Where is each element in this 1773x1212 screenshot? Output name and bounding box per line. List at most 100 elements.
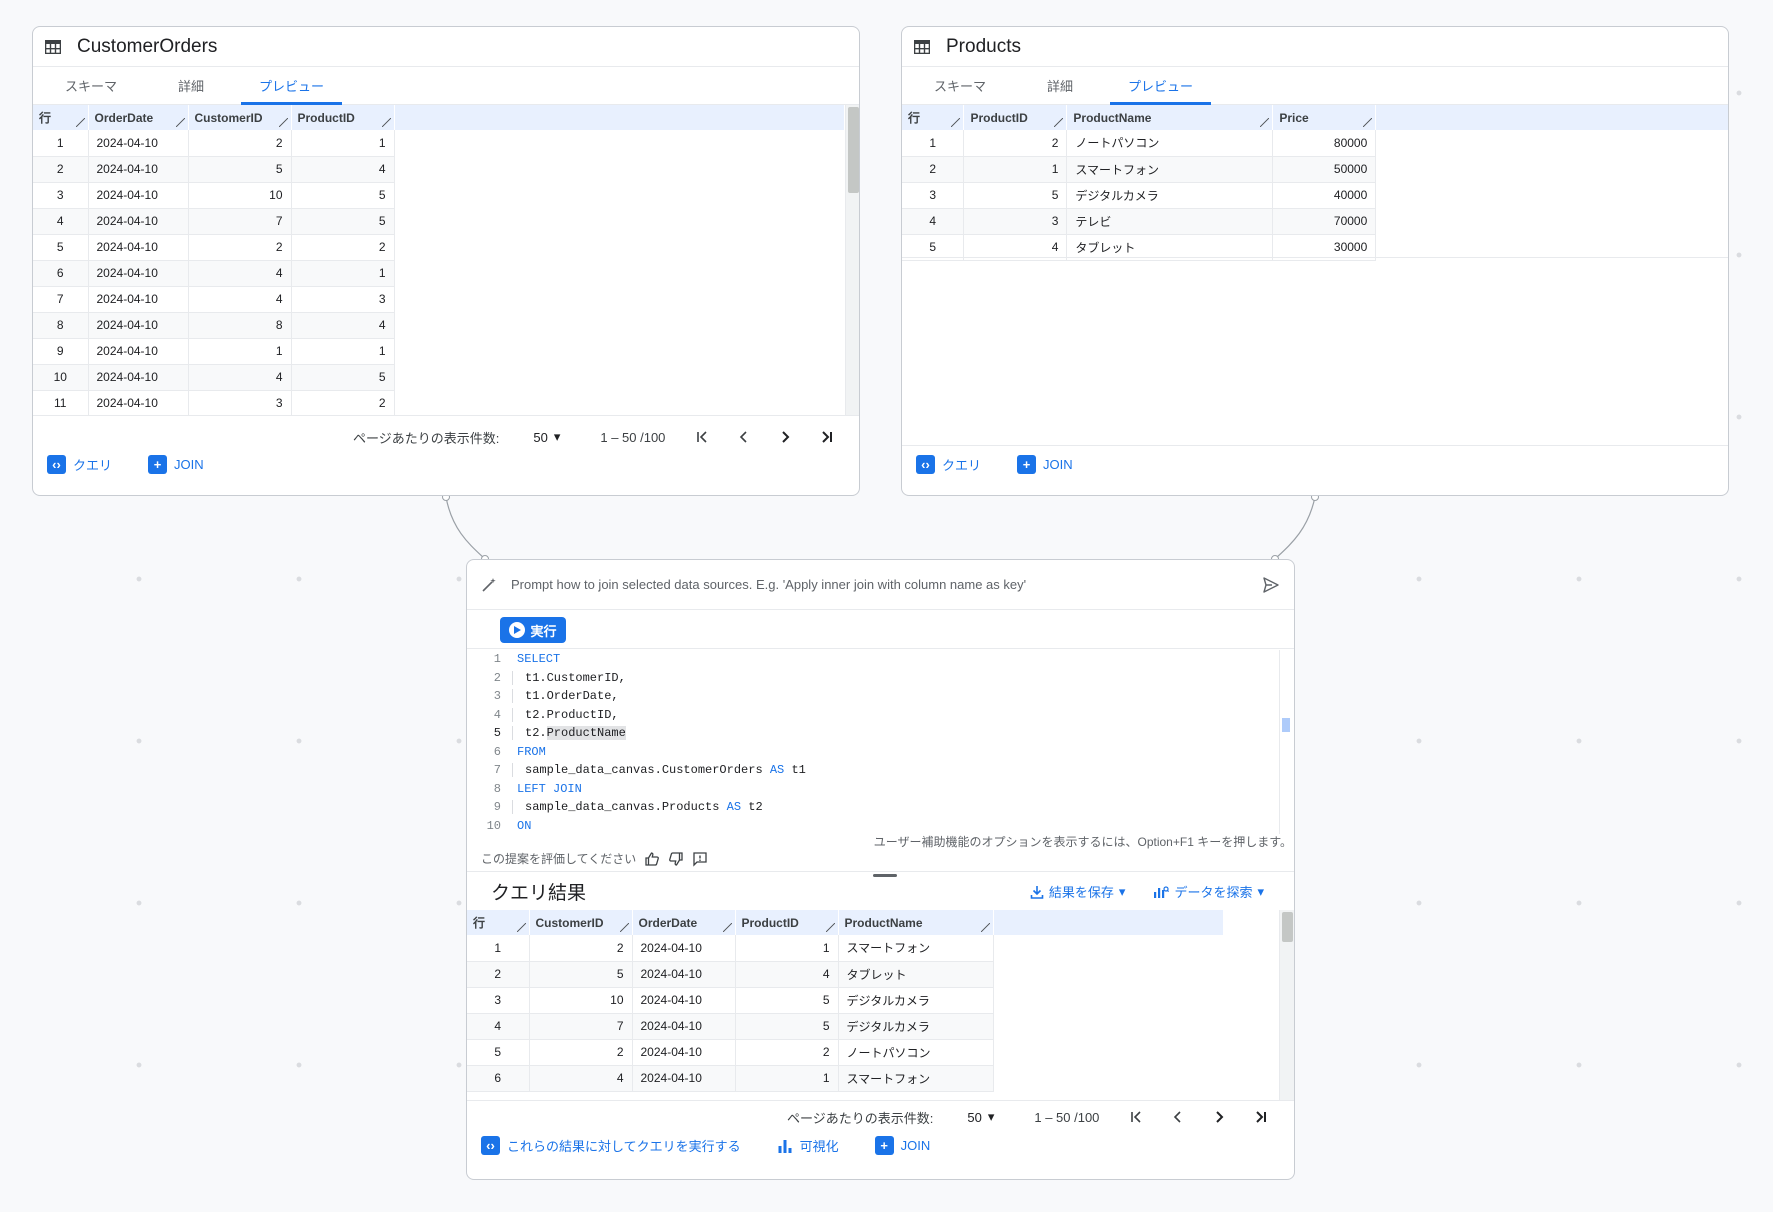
- column-header[interactable]: 行: [467, 910, 530, 935]
- run-query-on-results-button[interactable]: ‹› これらの結果に対してクエリを実行する: [481, 1136, 741, 1155]
- column-header[interactable]: OrderDate: [632, 910, 736, 935]
- pagination: ページあたりの表示件数: 50 ▾ 1 – 50 /100: [787, 1103, 1274, 1131]
- run-button[interactable]: 実行: [500, 617, 566, 643]
- line-number: 1: [493, 652, 501, 667]
- column-resize-icon[interactable]: [1260, 118, 1270, 127]
- table-row[interactable]: 11 2024-04-10 3 2: [33, 390, 844, 415]
- column-header[interactable]: ProductID: [291, 105, 395, 130]
- table-row[interactable]: 10 2024-04-10 4 5: [33, 364, 844, 391]
- table-cell: 2024-04-10: [88, 390, 189, 415]
- send-icon[interactable]: [1262, 576, 1280, 594]
- join-button[interactable]: + JOIN: [148, 455, 204, 474]
- tab-preview[interactable]: プレビュー: [1110, 67, 1212, 105]
- visualize-button[interactable]: 可視化: [777, 1136, 839, 1155]
- page-size-label: ページあたりの表示件数:: [787, 1110, 934, 1126]
- first-page-icon[interactable]: [1123, 1103, 1151, 1131]
- table-cell: 4: [188, 364, 292, 391]
- prompt-bar: [467, 560, 1294, 610]
- code-line: 8 LEFT JOIN: [467, 780, 1279, 799]
- tab-schema[interactable]: スキーマ: [41, 67, 141, 104]
- tab-preview[interactable]: プレビュー: [241, 67, 343, 105]
- column-resize-icon[interactable]: [516, 923, 526, 932]
- code-line: 6 FROM: [467, 743, 1279, 762]
- code-text: sample_data_canvas.Products AS t2: [512, 800, 763, 815]
- thumb-up-icon[interactable]: [644, 851, 660, 867]
- resize-handle[interactable]: [873, 874, 897, 877]
- table-row[interactable]: 3 2024-04-10 10 5: [33, 182, 844, 209]
- table-row[interactable]: 3 5 デジタルカメラ 40000: [902, 182, 1728, 209]
- table-row[interactable]: 5 2 2024-04-10 2 ノートパソコン: [467, 1039, 1223, 1066]
- column-resize-icon[interactable]: [722, 923, 732, 932]
- column-header[interactable]: ProductID: [735, 910, 839, 935]
- table-cell: 5: [291, 364, 395, 391]
- scrollbar-thumb[interactable]: [848, 107, 859, 193]
- vertical-scrollbar[interactable]: [1279, 910, 1294, 1100]
- table-row[interactable]: 6 4 2024-04-10 1 スマートフォン: [467, 1065, 1223, 1092]
- column-resize-icon[interactable]: [951, 118, 961, 127]
- table-row[interactable]: 3 10 2024-04-10 5 デジタルカメラ: [467, 987, 1223, 1014]
- column-resize-icon[interactable]: [825, 923, 835, 932]
- join-button[interactable]: + JOIN: [874, 1136, 930, 1155]
- column-header[interactable]: CustomerID: [529, 910, 633, 935]
- column-resize-icon[interactable]: [1363, 118, 1373, 127]
- last-page-icon[interactable]: [1246, 1103, 1274, 1131]
- table-row[interactable]: 6 2024-04-10 4 1: [33, 260, 844, 287]
- column-header[interactable]: 行: [33, 105, 89, 130]
- column-header[interactable]: ProductName: [1066, 105, 1274, 130]
- table-row[interactable]: 2 5 2024-04-10 4 タブレット: [467, 961, 1223, 988]
- column-resize-icon[interactable]: [175, 118, 185, 127]
- join-button[interactable]: + JOIN: [1017, 455, 1073, 474]
- tab-schema[interactable]: スキーマ: [910, 67, 1010, 104]
- table-row[interactable]: 5 2024-04-10 2 2: [33, 234, 844, 261]
- customer-orders-card[interactable]: CustomerOrders スキーマ 詳細 プレビュー 行 OrderDate C…: [32, 26, 860, 496]
- column-header[interactable]: 行: [902, 105, 965, 130]
- page-size-select[interactable]: 50 ▾: [967, 1109, 994, 1125]
- tab-details[interactable]: 詳細: [1010, 67, 1110, 104]
- table-row[interactable]: 1 2 2024-04-10 1 スマートフォン: [467, 935, 1223, 962]
- table-cell: 2024-04-10: [632, 1039, 736, 1066]
- first-page-icon[interactable]: [689, 423, 717, 451]
- table-cell: 2: [902, 156, 965, 183]
- column-resize-icon[interactable]: [980, 923, 990, 932]
- next-page-icon[interactable]: [1205, 1103, 1233, 1131]
- explore-data-button[interactable]: データを探索 ▾: [1153, 882, 1264, 901]
- feedback-icon[interactable]: [692, 851, 708, 867]
- last-page-icon[interactable]: [812, 423, 840, 451]
- column-resize-icon[interactable]: [75, 118, 85, 127]
- query-button[interactable]: ‹› クエリ: [916, 455, 981, 474]
- products-card[interactable]: Products スキーマ 詳細 プレビュー 行 ProductID Product…: [901, 26, 1729, 496]
- table-row[interactable]: 1 2 ノートパソコン 80000: [902, 130, 1728, 157]
- query-button[interactable]: ‹› クエリ: [47, 455, 112, 474]
- thumb-down-icon[interactable]: [668, 851, 684, 867]
- column-header[interactable]: ProductID: [963, 105, 1068, 130]
- page-size-select[interactable]: 50 ▾: [533, 429, 560, 445]
- table-row[interactable]: 7 2024-04-10 4 3: [33, 286, 844, 313]
- column-resize-icon[interactable]: [278, 118, 288, 127]
- table-row[interactable]: 9 2024-04-10 1 1: [33, 338, 844, 365]
- table-row[interactable]: 1 2024-04-10 2 1: [33, 130, 844, 157]
- prev-page-icon[interactable]: [1164, 1103, 1192, 1131]
- sql-editor[interactable]: 1 SELECT 2 t1.CustomerID, 3 t1.OrderDate, 4 t2.…: [467, 650, 1279, 834]
- column-header[interactable]: CustomerID: [188, 105, 292, 130]
- join-card[interactable]: 実行 1 SELECT 2 t1.CustomerID, 3 t1.OrderDate, 4…: [466, 559, 1295, 1180]
- table-row[interactable]: 4 7 2024-04-10 5 デジタルカメラ: [467, 1013, 1223, 1040]
- prev-page-icon[interactable]: [730, 423, 758, 451]
- vertical-scrollbar[interactable]: [845, 105, 859, 415]
- next-page-icon[interactable]: [771, 423, 799, 451]
- column-header[interactable]: Price: [1272, 105, 1377, 130]
- join-prompt-input[interactable]: [511, 577, 1262, 592]
- table-row[interactable]: 4 2024-04-10 7 5: [33, 208, 844, 235]
- table-row[interactable]: 2 2024-04-10 5 4: [33, 156, 844, 183]
- column-resize-icon[interactable]: [619, 923, 629, 932]
- tab-details[interactable]: 詳細: [141, 67, 241, 104]
- column-resize-icon[interactable]: [1054, 118, 1064, 127]
- table-row[interactable]: 2 1 スマートフォン 50000: [902, 156, 1728, 183]
- editor-scrollbar[interactable]: [1279, 650, 1294, 834]
- column-header[interactable]: ProductName: [838, 910, 994, 935]
- table-row[interactable]: 8 2024-04-10 8 4: [33, 312, 844, 339]
- save-results-button[interactable]: 結果を保存 ▾: [1030, 882, 1125, 901]
- table-row[interactable]: 4 3 テレビ 70000: [902, 208, 1728, 235]
- scrollbar-thumb[interactable]: [1282, 912, 1293, 942]
- column-header[interactable]: OrderDate: [88, 105, 189, 130]
- column-resize-icon[interactable]: [381, 118, 391, 127]
